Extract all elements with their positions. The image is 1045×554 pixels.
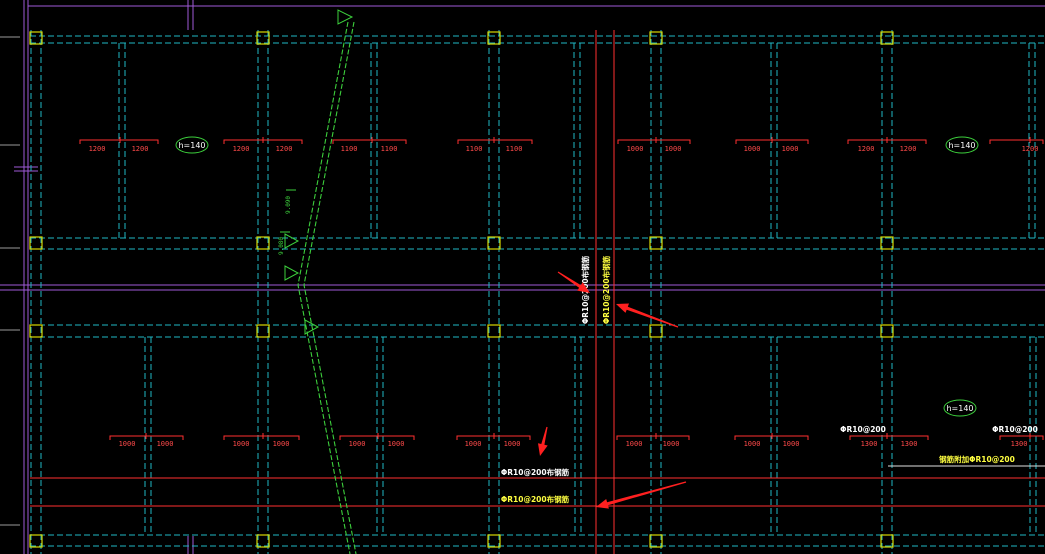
rebar-dimension-bar — [456, 433, 531, 440]
rebar-dimension-bar — [617, 137, 691, 144]
column — [649, 534, 663, 548]
rebar-length-label: 1000 — [744, 145, 761, 153]
rebar-length-label: 1200 — [858, 145, 875, 153]
rebar-length-label: 1000 — [782, 145, 799, 153]
column — [29, 324, 43, 338]
red-arrow-icon — [538, 426, 548, 456]
column — [256, 31, 270, 45]
rebar-dimension-bar — [223, 137, 303, 144]
rebar-length-label: 1300 — [861, 440, 878, 448]
rebar-note-horizontal-yellow: ΦR10@200布钢筋 — [501, 494, 570, 504]
rebar-dimension-bar — [999, 433, 1044, 440]
rebar-length-label: 1000 — [349, 440, 366, 448]
rebar-spacing-label: ΦR10@200 — [840, 425, 886, 434]
rebar-length-label: 1000 — [744, 440, 761, 448]
rebar-length-label: 1000 — [119, 440, 136, 448]
slab-thickness-label: h=140 — [948, 141, 975, 150]
column — [649, 236, 663, 250]
rebar-length-label: 1100 — [466, 145, 483, 153]
rebar-length-label: 1100 — [381, 145, 398, 153]
rebar-length-label: 1000 — [465, 440, 482, 448]
rebar-length-label: 1000 — [388, 440, 405, 448]
red-arrow-icon — [596, 481, 687, 509]
column — [29, 534, 43, 548]
column — [256, 236, 270, 250]
column — [880, 534, 894, 548]
column — [487, 236, 501, 250]
column — [487, 534, 501, 548]
slope-line-b — [303, 21, 357, 554]
rebar-dimension-bar — [734, 433, 809, 440]
rebar-length-label: 1200 — [1022, 145, 1039, 153]
rebar-length-label: 1200 — [900, 145, 917, 153]
elevation-label: 9.090 — [285, 196, 292, 214]
column — [256, 324, 270, 338]
rebar-length-label: 1000 — [273, 440, 290, 448]
rebar-length-label: 1300 — [901, 440, 918, 448]
rebar-length-label: 1000 — [233, 440, 250, 448]
slab-thickness-label: h=140 — [178, 141, 205, 150]
rebar-length-label: 1100 — [341, 145, 358, 153]
rebar-length-label: 1000 — [783, 440, 800, 448]
rebar-dimension-bar — [616, 433, 690, 440]
column — [649, 324, 663, 338]
rebar-length-label: 1000 — [663, 440, 680, 448]
rebar-note-horizontal-white: ΦR10@200布钢筋 — [501, 467, 570, 477]
rebar-dimension-bar — [332, 137, 407, 144]
slope-line-a — [297, 21, 351, 554]
rebar-length-label: 1000 — [627, 145, 644, 153]
rebar-dimension-bar — [735, 137, 809, 144]
column — [880, 236, 894, 250]
column — [487, 31, 501, 45]
rebar-length-label: 1300 — [1011, 440, 1028, 448]
slab-thickness-label: h=140 — [946, 404, 973, 413]
column — [880, 31, 894, 45]
rebar-note-vertical-yellow: ΦR10@200布钢筋 — [601, 255, 611, 324]
rebar-dimension-bar — [109, 433, 184, 440]
column — [29, 236, 43, 250]
rebar-length-label: 1200 — [132, 145, 149, 153]
rebar-length-label: 1000 — [504, 440, 521, 448]
column — [487, 324, 501, 338]
rebar-length-label: 1000 — [157, 440, 174, 448]
slope-marker-icon — [284, 265, 300, 281]
column — [880, 324, 894, 338]
cad-drawing-canvas[interactable]: 1200 1200 1200 1200 1100 1100 1100 1100 1000 1000… — [0, 0, 1045, 554]
annotation-labels: 1200 1200 1200 1200 1100 1100 1100 1100 1000 1000… — [79, 136, 1045, 504]
column — [256, 534, 270, 548]
slope-line-group — [280, 9, 357, 554]
column — [649, 31, 663, 45]
red-arrow-icon — [616, 303, 679, 328]
column — [29, 31, 43, 45]
rebar-spacing-label: ΦR10@200 — [992, 425, 1038, 434]
slope-marker-icon — [284, 233, 300, 249]
rebar-dimension-bar — [457, 137, 533, 144]
rebar-length-label: 1200 — [89, 145, 106, 153]
rebar-length-label: 1200 — [233, 145, 250, 153]
slope-marker-icon — [337, 9, 354, 25]
rebar-length-label: 1100 — [506, 145, 523, 153]
rebar-length-label: 1000 — [626, 440, 643, 448]
elevation-label: 9.080 — [278, 237, 285, 255]
rebar-dimension-bar — [847, 137, 927, 144]
rebar-dimension-bar — [849, 433, 929, 440]
rebar-dimension-bar — [223, 433, 300, 440]
rebar-length-label: 1200 — [276, 145, 293, 153]
rebar-length-label: 1000 — [665, 145, 682, 153]
rebar-note-additional: 钢筋附加ΦR10@200 — [939, 454, 1015, 464]
